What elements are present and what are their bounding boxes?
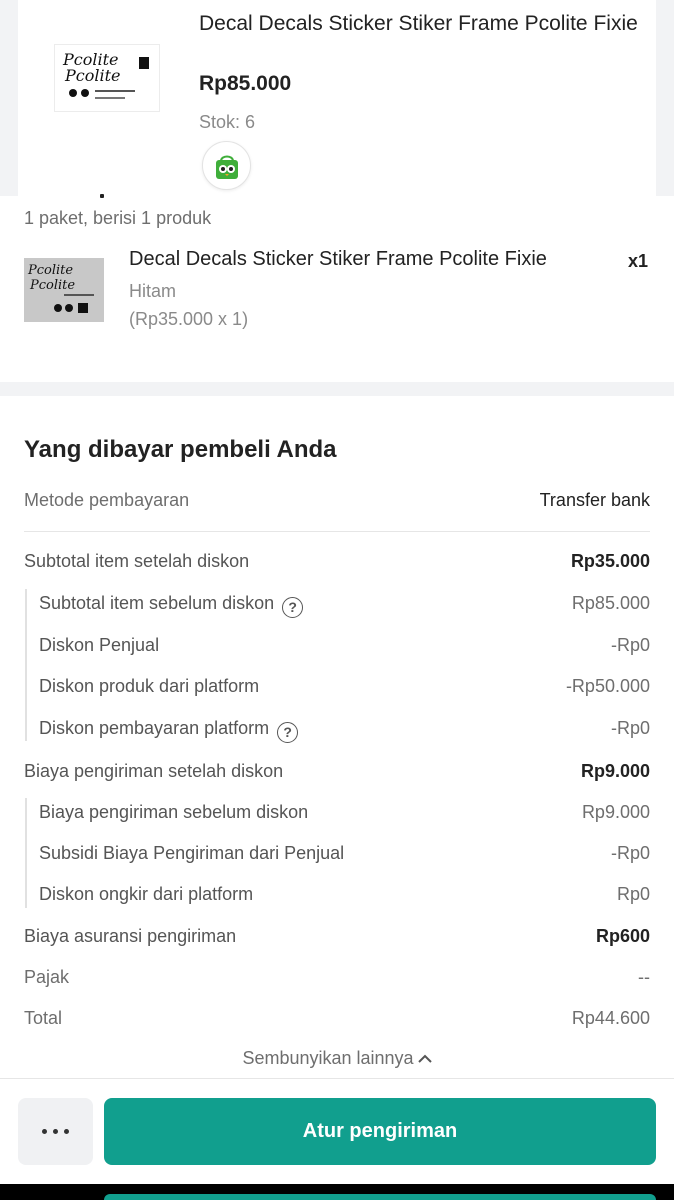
row-label: Diskon pembayaran platform	[39, 718, 270, 738]
row-label: Subsidi Biaya Pengiriman dari Penjual	[39, 843, 345, 863]
row-value: -Rp0	[610, 718, 650, 738]
package-item-variant: Hitam	[129, 281, 177, 301]
row-label: Biaya asuransi pengiriman	[24, 926, 237, 946]
product-stock: Stok: 6	[199, 112, 256, 132]
row-label: Subtotal item sebelum diskon	[39, 593, 275, 613]
subtotal-after-discount-row: Subtotal item setelah diskon Rp35.000	[0, 547, 674, 577]
sticker-image: Pcolite Pcolite	[24, 258, 104, 322]
row-value: Rp9.000	[580, 761, 650, 781]
row-value: -Rp50.000	[565, 676, 650, 696]
row-label: Pajak	[24, 967, 70, 987]
payment-method-label: Metode pembayaran	[24, 490, 190, 510]
collapse-label: Sembunyikan lainnya	[242, 1048, 414, 1068]
row-label: Subtotal item setelah diskon	[24, 551, 250, 571]
row-value: --	[638, 967, 650, 987]
package-item-qty: x1	[627, 251, 648, 271]
package-item-thumbnail: Pcolite Pcolite	[24, 258, 104, 322]
product-preview-card: Pcolite Pcolite Decal Decals Sticker Sti…	[18, 0, 656, 196]
chevron-up-icon	[417, 1051, 432, 1069]
decorative-dot	[100, 194, 104, 198]
thumb-logo-text-1: Pcolite	[27, 263, 73, 278]
dot	[42, 1129, 47, 1134]
product-title: Decal Decals Sticker Stiker Frame Pcolit…	[199, 12, 638, 35]
thumb-logo-text-2: Pcolite	[64, 66, 121, 85]
shipping-before-discount-row: Biaya pengiriman sebelum diskon Rp9.000	[0, 798, 674, 828]
row-label: Diskon Penjual	[39, 635, 160, 655]
shipping-after-discount-row: Biaya pengiriman setelah diskon Rp9.000	[0, 757, 674, 787]
payment-title: Yang dibayar pembeli Anda	[24, 436, 337, 463]
platform-payment-discount-row: Diskon pembayaran platform? -Rp0	[0, 714, 674, 744]
dot	[64, 1129, 69, 1134]
row-value: Rp44.600	[571, 1008, 650, 1028]
row-label: Diskon ongkir dari platform	[39, 884, 254, 904]
row-value: -Rp0	[610, 635, 650, 655]
row-value: Rp9.000	[581, 802, 650, 822]
payment-method-value: Transfer bank	[539, 490, 650, 510]
row-value: Rp85.000	[571, 593, 650, 613]
platform-product-discount-row: Diskon produk dari platform -Rp50.000	[0, 672, 674, 702]
platform-shipping-discount-row: Diskon ongkir dari platform Rp0	[0, 880, 674, 910]
row-value: Rp600	[595, 926, 650, 946]
row-value: Rp0	[616, 884, 650, 904]
package-summary: 1 paket, berisi 1 produk	[24, 208, 212, 228]
bottom-action-bar: Atur pengiriman	[0, 1078, 674, 1184]
tax-row: Pajak --	[0, 963, 674, 993]
row-label: Total	[24, 1008, 63, 1028]
product-price: Rp85.000	[199, 72, 292, 95]
package-item-name: Decal Decals Sticker Stiker Frame Pcolit…	[129, 248, 547, 270]
tokopedia-icon	[202, 141, 251, 190]
seller-discount-row: Diskon Penjual -Rp0	[0, 631, 674, 661]
more-options-button[interactable]	[18, 1098, 93, 1165]
footer-button-peek	[104, 1194, 656, 1200]
row-label: Diskon produk dari platform	[39, 676, 260, 696]
seller-shipping-subsidy-row: Subsidi Biaya Pengiriman dari Penjual -R…	[0, 839, 674, 869]
subtotal-before-discount-row: Subtotal item sebelum diskon? Rp85.000	[0, 589, 674, 619]
help-icon[interactable]: ?	[277, 722, 299, 743]
arrange-shipping-button[interactable]: Atur pengiriman	[104, 1098, 656, 1165]
divider	[24, 531, 650, 532]
collapse-toggle[interactable]: Sembunyikan lainnya	[0, 1048, 674, 1069]
total-row: Total Rp44.600	[0, 1004, 674, 1034]
thumb-logo-text-2: Pcolite	[29, 278, 75, 293]
sticker-image: Pcolite Pcolite	[55, 45, 159, 111]
row-label: Biaya pengiriman setelah diskon	[24, 761, 284, 781]
product-thumbnail: Pcolite Pcolite	[54, 44, 160, 112]
row-label: Biaya pengiriman sebelum diskon	[39, 802, 309, 822]
shipping-insurance-row: Biaya asuransi pengiriman Rp600	[0, 922, 674, 952]
help-icon[interactable]: ?	[282, 597, 304, 618]
row-value: -Rp0	[610, 843, 650, 863]
dot	[53, 1129, 58, 1134]
payment-section: Yang dibayar pembeli Anda Metode pembaya…	[0, 396, 674, 1078]
package-section: 1 paket, berisi 1 produk Pcolite Pcolite…	[0, 196, 674, 382]
row-value: Rp35.000	[570, 551, 650, 571]
package-item-unit-price: (Rp35.000 x 1)	[129, 309, 249, 329]
